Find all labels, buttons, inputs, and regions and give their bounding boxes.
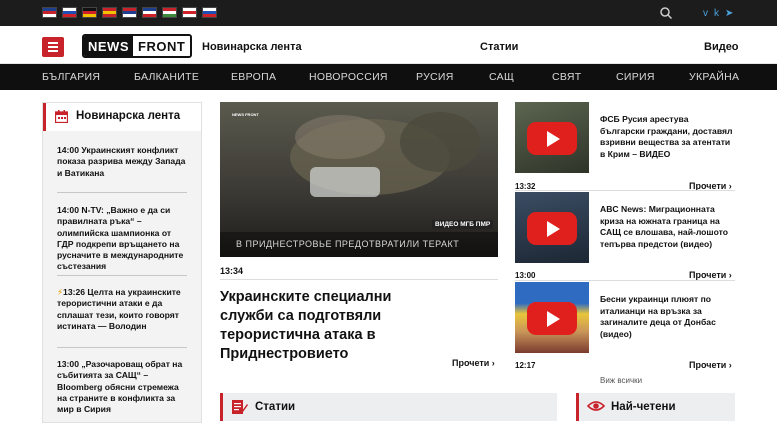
- section-articles-title: Статии: [255, 401, 296, 413]
- category-russia[interactable]: РУСИЯ: [416, 71, 454, 83]
- play-icon: [527, 122, 577, 155]
- top-bar: vk➤: [0, 0, 777, 26]
- english-flag-icon[interactable]: [42, 7, 57, 18]
- see-all-link[interactable]: Виж всички: [600, 376, 642, 385]
- featured-image-source: ВИДЕО МГБ ПМР: [432, 220, 494, 229]
- featured-image-logo: NEWS FRONT: [232, 112, 259, 117]
- category-world[interactable]: СВЯТ: [552, 71, 581, 83]
- news-time: 14:00: [57, 205, 79, 215]
- nav-news-feed[interactable]: Новинарска лента: [202, 41, 302, 53]
- category-usa[interactable]: САЩ: [489, 71, 514, 83]
- eye-icon: [587, 401, 605, 411]
- category-novorossiya[interactable]: НОВОРОССИЯ: [309, 71, 388, 83]
- calendar-icon: [55, 110, 68, 123]
- french-flag-icon[interactable]: [142, 7, 157, 18]
- german-flag-icon[interactable]: [82, 7, 97, 18]
- featured-image-caption: В ПРИДНЕСТРОВЬЕ ПРЕДОТВРАТИЛИ ТЕРАКТ: [236, 239, 460, 249]
- social-links: vk➤: [703, 8, 739, 19]
- vk-icon[interactable]: vk: [703, 8, 725, 19]
- list-item[interactable]: ⚡13:26 Целта на украинските терористични…: [57, 287, 187, 332]
- category-balkans[interactable]: БАЛКАНИТЕ: [134, 71, 199, 83]
- menu-button[interactable]: [42, 37, 64, 57]
- news-time: 13:00: [57, 359, 79, 369]
- list-item[interactable]: 13:00 „Разочароващ обрат на събитията за…: [57, 359, 187, 415]
- video-thumbnail[interactable]: [515, 282, 589, 353]
- hungarian-flag-icon[interactable]: [162, 7, 177, 18]
- news-time: 14:00: [57, 145, 79, 155]
- play-icon: [527, 212, 577, 245]
- articles-icon: [232, 400, 248, 414]
- category-bulgaria[interactable]: БЪЛГАРИЯ: [42, 71, 100, 83]
- news-feed-header: Новинарска лента: [43, 103, 201, 131]
- spanish-flag-icon[interactable]: [102, 7, 117, 18]
- georgian-flag-icon[interactable]: [182, 7, 197, 18]
- nav-articles[interactable]: Статии: [480, 41, 518, 53]
- section-most-read-title: Най-четени: [611, 401, 676, 413]
- slovenian-flag-icon[interactable]: [202, 7, 217, 18]
- logo-news: NEWS: [84, 36, 133, 56]
- logo-front: FRONT: [133, 36, 191, 56]
- video-read-more[interactable]: Прочети ›: [689, 270, 732, 280]
- news-feed-title: Новинарска лента: [76, 110, 181, 122]
- section-most-read[interactable]: Най-четени: [576, 393, 735, 421]
- video-title[interactable]: ФСБ Русия арестува български граждани, д…: [600, 114, 735, 160]
- video-time: 13:00: [515, 271, 536, 280]
- section-articles[interactable]: Статии: [220, 393, 557, 421]
- category-syria[interactable]: СИРИЯ: [616, 71, 655, 83]
- category-ukraine[interactable]: УКРАЙНА: [689, 71, 739, 83]
- video-title[interactable]: ABC News: Миграционната криза на южната …: [600, 204, 735, 250]
- divider: [57, 275, 187, 276]
- telegram-icon[interactable]: ➤: [725, 8, 739, 19]
- video-title[interactable]: Бесни украинци плюят по италианци на връ…: [600, 294, 735, 340]
- divider: [57, 347, 187, 348]
- divider: [220, 279, 498, 280]
- site-header: NEWS FRONT Новинарска лента Статии Видео: [0, 26, 777, 64]
- featured-image[interactable]: NEWS FRONT ВИДЕО МГБ ПМР В ПРИДНЕСТРОВЬЕ…: [220, 102, 498, 257]
- video-time: 12:17: [515, 361, 536, 370]
- featured-title[interactable]: Украинските специални служби са подготвя…: [220, 288, 420, 364]
- video-thumbnail[interactable]: [515, 192, 589, 263]
- russian-flag-icon[interactable]: [62, 7, 77, 18]
- divider: [515, 190, 735, 191]
- featured-read-more[interactable]: Прочети ›: [452, 358, 495, 368]
- divider: [57, 192, 187, 193]
- featured-photo: [220, 102, 498, 257]
- site-logo[interactable]: NEWS FRONT: [82, 34, 193, 58]
- search-icon[interactable]: [659, 6, 673, 20]
- news-time: 13:26: [63, 287, 86, 297]
- play-icon: [527, 302, 577, 335]
- list-item[interactable]: 14:00 N-TV: „Важно е да си правилната ръ…: [57, 205, 187, 273]
- video-thumbnail[interactable]: [515, 102, 589, 173]
- language-flags: [42, 7, 217, 18]
- category-europe[interactable]: ЕВРОПА: [231, 71, 276, 83]
- category-bar: БЪЛГАРИЯ БАЛКАНИТЕ ЕВРОПА НОВОРОССИЯ РУС…: [0, 64, 777, 90]
- divider: [515, 280, 735, 281]
- nav-video[interactable]: Видео: [704, 41, 739, 53]
- news-feed-panel: Новинарска лента 14:00 Украинският конфл…: [42, 102, 202, 423]
- featured-time: 13:34: [220, 266, 244, 276]
- serbian-flag-icon[interactable]: [122, 7, 137, 18]
- video-read-more[interactable]: Прочети ›: [689, 360, 732, 370]
- list-item[interactable]: 14:00 Украинският конфликт показа разрив…: [57, 145, 187, 179]
